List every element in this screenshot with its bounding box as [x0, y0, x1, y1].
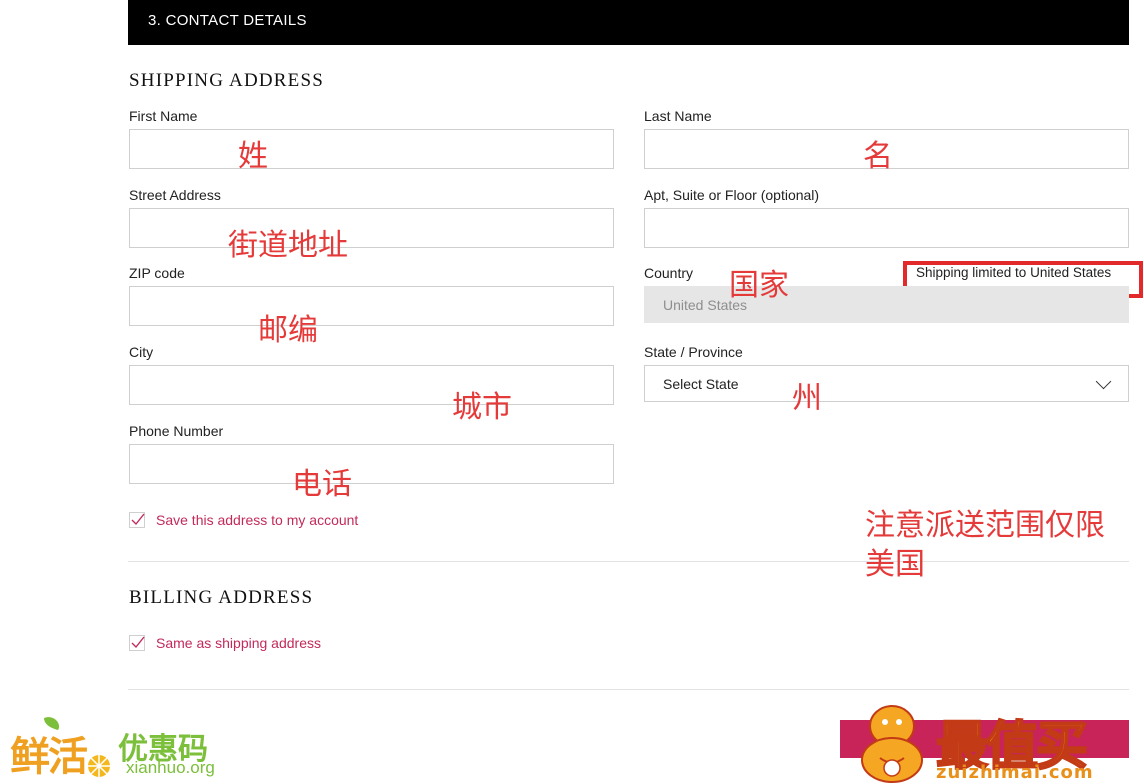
save-address-checkbox[interactable] — [129, 512, 145, 528]
annotation-note-line2: 美国 — [865, 547, 925, 582]
zuizhimai-mascot-icon — [861, 705, 923, 783]
zuizhimai-url: zuizhimai.com — [936, 762, 1094, 783]
checkmark-icon — [131, 636, 145, 649]
section-header-bar: 3. CONTACT DETAILS — [128, 0, 1129, 45]
annotation-phone: 电话 — [292, 467, 352, 502]
chevron-down-icon — [1095, 373, 1112, 390]
country-note: Shipping limited to United States — [916, 265, 1112, 280]
shipping-address-heading: SHIPPING ADDRESS — [129, 70, 324, 91]
xianhuo-logo-text-main: 鲜活 — [10, 734, 88, 780]
apt-suite-input[interactable] — [644, 208, 1129, 248]
city-label: City — [129, 344, 154, 360]
annotation-first-name: 姓 — [238, 139, 268, 174]
billing-address-heading: BILLING ADDRESS — [129, 587, 314, 608]
xianhuo-watermark: 鲜活 优惠码 xianhuo.org — [10, 716, 220, 780]
zuizhimai-watermark: 最值买 zuizhimai.com — [852, 700, 1144, 784]
state-select-value: Select State — [663, 376, 739, 392]
annotation-street: 街道地址 — [228, 228, 348, 263]
annotation-city: 城市 — [452, 390, 512, 425]
city-input[interactable] — [129, 365, 614, 405]
section-divider — [128, 689, 1129, 690]
state-label: State / Province — [644, 344, 743, 360]
country-label: Country — [644, 265, 694, 281]
save-address-label[interactable]: Save this address to my account — [156, 512, 358, 528]
annotation-last-name: 名 — [863, 139, 893, 174]
annotation-note-line1: 注意派送范围仅限 — [865, 508, 1105, 543]
street-address-label: Street Address — [129, 187, 221, 203]
street-address-input[interactable] — [129, 208, 614, 248]
annotation-country: 国家 — [729, 268, 789, 303]
first-name-label: First Name — [129, 108, 198, 124]
zip-code-label: ZIP code — [129, 265, 185, 281]
phone-number-label: Phone Number — [129, 423, 224, 439]
country-field: United States — [644, 286, 1129, 323]
section-title: 3. CONTACT DETAILS — [148, 12, 307, 29]
state-select[interactable]: Select State — [644, 365, 1129, 402]
first-name-input[interactable] — [129, 129, 614, 169]
apt-suite-label: Apt, Suite or Floor (optional) — [644, 187, 820, 203]
xianhuo-url: xianhuo.org — [126, 758, 215, 777]
same-as-shipping-label[interactable]: Same as shipping address — [156, 635, 321, 651]
annotation-zip: 邮编 — [258, 313, 318, 348]
last-name-label: Last Name — [644, 108, 712, 124]
phone-number-input[interactable] — [129, 444, 614, 484]
checkmark-icon — [131, 513, 145, 526]
annotation-state: 州 — [792, 381, 822, 416]
same-as-shipping-checkbox[interactable] — [129, 635, 145, 651]
section-divider — [128, 561, 1129, 562]
zip-code-input[interactable] — [129, 286, 614, 326]
